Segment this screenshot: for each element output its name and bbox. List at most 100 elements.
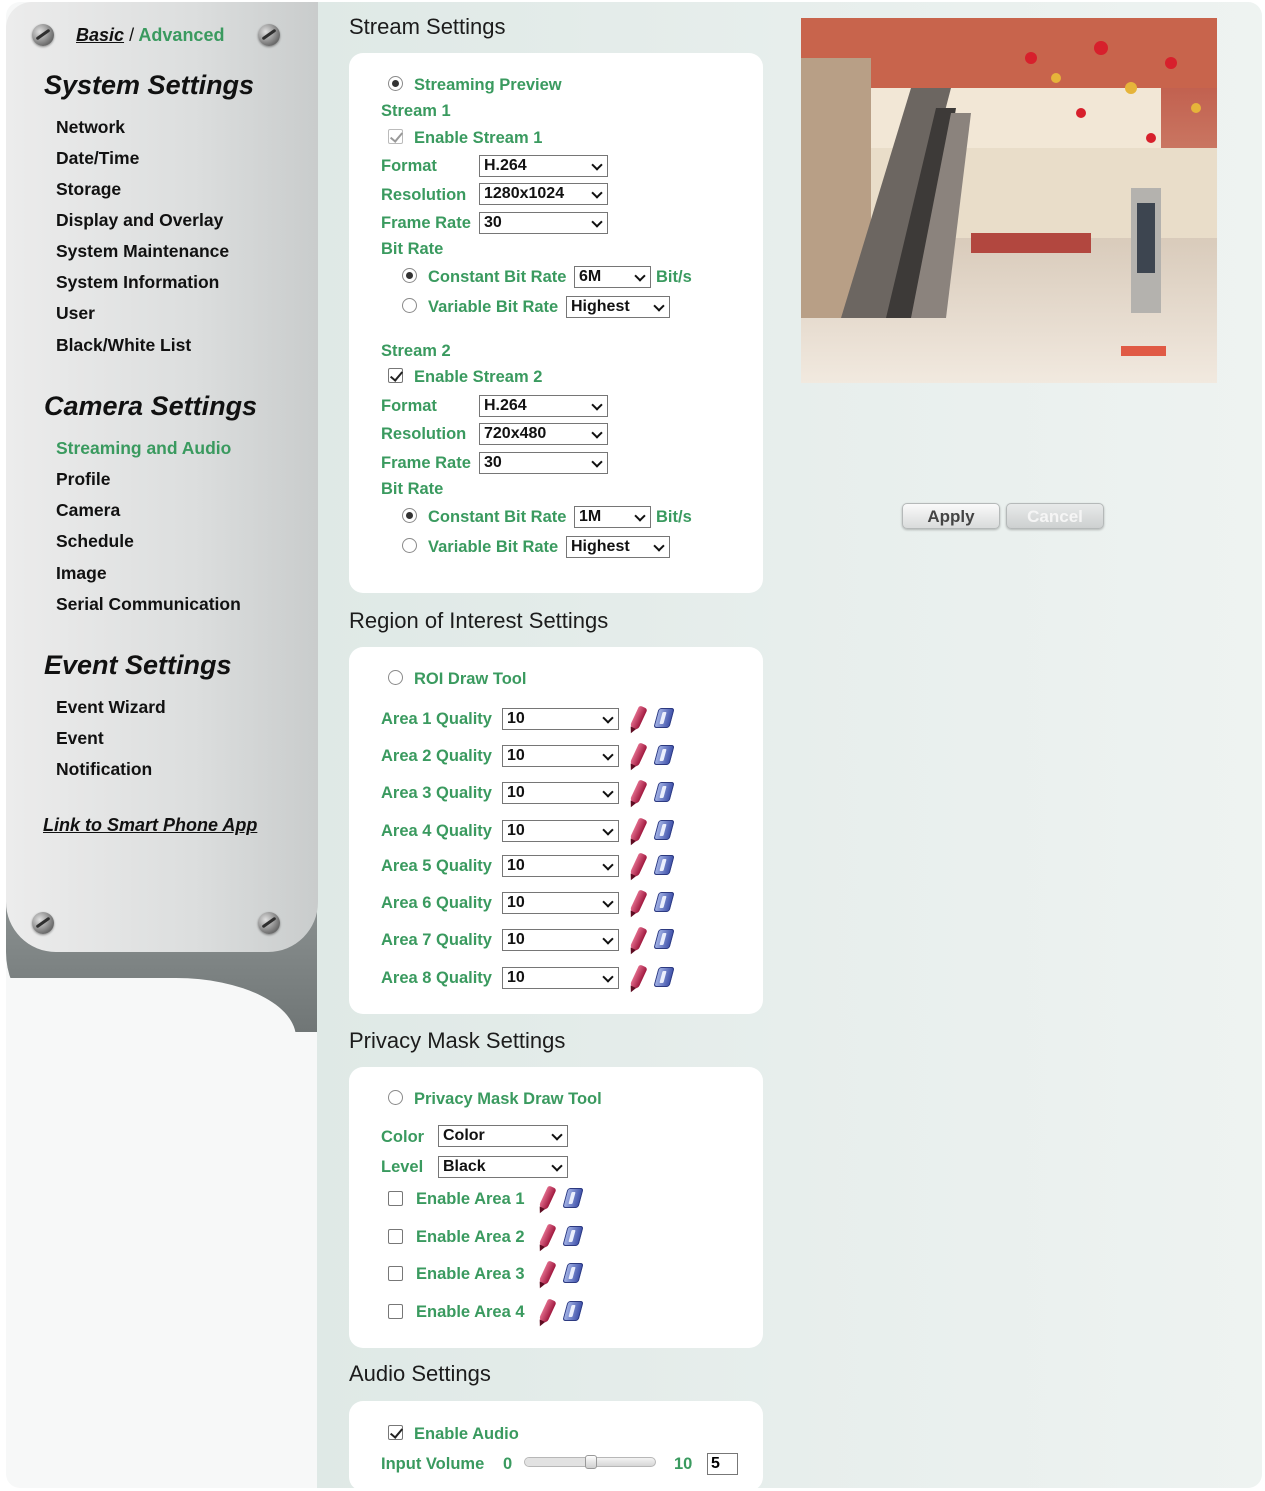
cancel-button[interactable]: Cancel	[1006, 503, 1104, 529]
volume-slider-thumb[interactable]	[585, 1455, 597, 1469]
roi-area-quality-select[interactable]: 10	[502, 745, 619, 767]
smart-phone-app-link[interactable]: Link to Smart Phone App	[43, 815, 257, 836]
stream2-resolution-select[interactable]: 720x480	[479, 423, 608, 445]
stream2-cbr-radio[interactable]	[402, 508, 417, 523]
sidebar-item-schedule[interactable]: Schedule	[56, 531, 134, 552]
stream1-format-label: Format	[381, 157, 437, 175]
basic-mode-link[interactable]: Basic	[76, 25, 124, 45]
volume-min-label: 0	[503, 1455, 513, 1473]
stream2-unit-label: Bit/s	[656, 508, 692, 526]
stream2-cbr-select[interactable]: 1M	[574, 506, 651, 528]
sidebar-item-streaming-audio[interactable]: Streaming and Audio	[56, 438, 231, 459]
stream1-cbr-radio[interactable]	[402, 268, 417, 283]
stream1-cbr-label: Constant Bit Rate	[428, 268, 567, 286]
sidebar-item-event-wizard[interactable]: Event Wizard	[56, 697, 166, 718]
roi-area-quality-select[interactable]: 10	[502, 708, 619, 730]
privacy-level-label: Level	[381, 1158, 424, 1176]
roi-settings-title: Region of Interest Settings	[349, 608, 609, 633]
roi-area-quality-select[interactable]: 10	[502, 892, 619, 914]
stream2-vbr-radio[interactable]	[402, 538, 417, 553]
stream1-vbr-label: Variable Bit Rate	[428, 298, 559, 316]
stream2-bit-rate-label: Bit Rate	[381, 480, 444, 498]
stream1-title: Stream 1	[381, 102, 451, 120]
chevron-down-icon	[602, 749, 614, 761]
chevron-down-icon	[634, 270, 646, 282]
event-settings-heading: Event Settings	[44, 650, 232, 680]
stream1-resolution-select[interactable]: 1280x1024	[479, 183, 608, 205]
stream1-resolution-value: 1280x1024	[484, 185, 565, 202]
camera-settings-heading: Camera Settings	[44, 391, 258, 421]
roi-area-label: Area 2 Quality	[381, 747, 492, 765]
privacy-level-select[interactable]: Black	[438, 1156, 568, 1178]
stream1-bit-rate-label: Bit Rate	[381, 240, 444, 258]
stream2-frame-rate-select[interactable]: 30	[479, 452, 608, 474]
roi-draw-tool-label: ROI Draw Tool	[414, 670, 527, 688]
stream-settings-title: Stream Settings	[349, 14, 506, 39]
sidebar-item-notification[interactable]: Notification	[56, 759, 152, 780]
roi-area-quality-select[interactable]: 10	[502, 855, 619, 877]
roi-area-quality-select[interactable]: 10	[502, 967, 619, 989]
privacy-area-checkbox[interactable]	[388, 1229, 403, 1244]
privacy-color-value: Color	[443, 1127, 485, 1144]
advanced-mode-label[interactable]: Advanced	[138, 25, 224, 45]
stream1-cbr-select[interactable]: 6M	[574, 266, 651, 288]
sidebar-item-event[interactable]: Event	[56, 728, 104, 749]
enable-stream1-label: Enable Stream 1	[414, 129, 543, 147]
sidebar-item-date-time[interactable]: Date/Time	[56, 148, 139, 169]
chevron-down-icon	[591, 399, 603, 411]
stream1-vbr-select[interactable]: Highest	[566, 296, 670, 318]
input-volume-slider[interactable]	[524, 1455, 656, 1469]
sidebar-item-profile[interactable]: Profile	[56, 469, 110, 490]
streaming-preview-radio[interactable]	[388, 76, 403, 91]
stream2-format-select[interactable]: H.264	[479, 395, 608, 417]
roi-area-quality-select[interactable]: 10	[502, 782, 619, 804]
stream2-frame-rate-label: Frame Rate	[381, 454, 471, 472]
stream2-resolution-label: Resolution	[381, 425, 467, 443]
sidebar-item-network[interactable]: Network	[56, 117, 125, 138]
volume-max-label: 10	[674, 1455, 693, 1473]
sidebar-item-camera[interactable]: Camera	[56, 500, 120, 521]
enable-stream2-label: Enable Stream 2	[414, 368, 543, 386]
privacy-draw-tool-radio[interactable]	[388, 1090, 403, 1105]
stream1-vbr-radio[interactable]	[402, 298, 417, 313]
roi-area-quality-select[interactable]: 10	[502, 929, 619, 951]
sidebar-item-system-maintenance[interactable]: System Maintenance	[56, 241, 229, 262]
chevron-down-icon	[551, 1160, 563, 1172]
roi-area-quality-select[interactable]: 10	[502, 820, 619, 842]
input-volume-value[interactable]: 5	[707, 1453, 738, 1475]
roi-draw-tool-radio[interactable]	[388, 670, 403, 685]
roi-area-label: Area 1 Quality	[381, 710, 492, 728]
privacy-draw-tool-label: Privacy Mask Draw Tool	[414, 1090, 602, 1108]
stream2-vbr-select[interactable]: Highest	[566, 536, 670, 558]
enable-stream1-checkbox[interactable]	[388, 129, 403, 144]
privacy-area-label: Enable Area 4	[416, 1303, 525, 1321]
sidebar-item-image[interactable]: Image	[56, 563, 107, 584]
privacy-color-select[interactable]: Color	[438, 1125, 568, 1147]
stream1-resolution-label: Resolution	[381, 186, 467, 204]
sidebar-item-display-overlay[interactable]: Display and Overlay	[56, 210, 223, 231]
roi-area-quality-value: 10	[507, 969, 525, 986]
chevron-down-icon	[653, 540, 665, 552]
enable-audio-label: Enable Audio	[414, 1425, 519, 1443]
stream2-resolution-value: 720x480	[484, 425, 547, 442]
sidebar-item-serial-communication[interactable]: Serial Communication	[56, 594, 241, 615]
chevron-down-icon	[602, 859, 614, 871]
stream2-format-value: H.264	[484, 397, 527, 414]
sidebar-item-system-information[interactable]: System Information	[56, 272, 219, 293]
stream2-vbr-value: Highest	[571, 538, 630, 555]
enable-stream2-checkbox[interactable]	[388, 368, 403, 383]
sidebar-item-storage[interactable]: Storage	[56, 179, 121, 200]
stream1-format-select[interactable]: H.264	[479, 155, 608, 177]
screw-icon	[258, 912, 280, 934]
privacy-area-checkbox[interactable]	[388, 1266, 403, 1281]
mode-separator: /	[129, 25, 135, 45]
stream1-unit-label: Bit/s	[656, 268, 692, 286]
sidebar-item-user[interactable]: User	[56, 303, 95, 324]
stream1-frame-rate-select[interactable]: 30	[479, 212, 608, 234]
apply-button[interactable]: Apply	[902, 503, 1000, 529]
privacy-area-checkbox[interactable]	[388, 1304, 403, 1319]
chevron-down-icon	[634, 510, 646, 522]
privacy-area-checkbox[interactable]	[388, 1191, 403, 1206]
sidebar-item-black-white-list[interactable]: Black/White List	[56, 335, 191, 356]
enable-audio-checkbox[interactable]	[388, 1425, 403, 1440]
